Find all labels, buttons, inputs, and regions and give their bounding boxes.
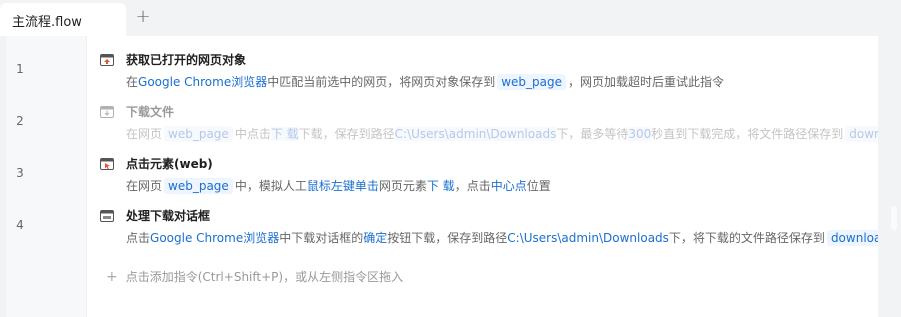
description-text: 在网页	[126, 127, 163, 141]
parameter-value: C:\Users\admin\Downloads	[394, 127, 557, 141]
description-text: 中匹配当前选中的网页，将网页对象保存到	[267, 75, 496, 89]
command-title: 获取已打开的网页对象	[126, 53, 247, 67]
click-element-icon	[100, 158, 114, 170]
line-number: 4	[16, 218, 24, 232]
command-row-get-web-page[interactable]: 获取已打开的网页对象 在Google Chrome浏览器中匹配当前选中的网页，将…	[100, 51, 878, 101]
scrollbar-thumb[interactable]	[891, 206, 897, 230]
description-text: 位置	[526, 179, 551, 193]
description-text: 按钮下载，保存到路径	[387, 231, 508, 245]
parameter-value: 下 载	[426, 179, 455, 193]
download-dialog-icon	[100, 210, 114, 222]
line-number: 1	[16, 62, 24, 76]
command-row-click-element[interactable]: 点击元素(web) 在网页 web_page 中，模拟人工鼠标左键单击网页元素下 载…	[100, 155, 878, 205]
variable-chip[interactable]: web_page	[164, 178, 233, 194]
tab-label: 主流程.flow	[12, 15, 82, 30]
parameter-value: 下 载	[270, 127, 299, 141]
parameter-value: Google Chrome浏览器	[150, 231, 280, 245]
line-gutter: 1 2 3 4	[6, 36, 86, 317]
description-text: 下，最多等待	[556, 127, 629, 141]
line-number: 3	[16, 166, 24, 180]
command-description: 在网页 web_page 中，模拟人工鼠标左键单击网页元素下 载，点击中心点位置	[126, 177, 551, 194]
description-text: 秒直到下载完成，将文件路径保存到	[651, 127, 844, 141]
add-command-hint[interactable]: + 点击添加指令(Ctrl+Shift+P)，或从左侧指令区拖入	[106, 268, 403, 285]
description-text: 点击	[126, 231, 151, 245]
command-title: 处理下载对话框	[126, 209, 211, 223]
parameter-value: 300	[628, 127, 652, 141]
parameter-value: 中心点	[490, 179, 527, 193]
variable-chip[interactable]: web_page	[497, 74, 567, 90]
variable-chip[interactable]: downlo	[845, 126, 878, 142]
description-text: 网页元素	[378, 179, 427, 193]
description-text: 下，将下载的文件路径保存到	[668, 231, 825, 245]
add-icon: +	[106, 269, 118, 285]
browser-open-icon	[100, 54, 114, 66]
command-description: 点击Google Chrome浏览器中下载对话框的确定按钮下载，保存到路径C:\…	[126, 229, 878, 246]
description-text: 中点击	[234, 127, 271, 141]
parameter-value: 鼠标左键单击	[306, 179, 379, 193]
description-text: 中下载对话框的	[279, 231, 364, 245]
gutter-divider	[86, 36, 87, 317]
add-tab-button[interactable]: +	[133, 5, 153, 29]
command-description: 在Google Chrome浏览器中匹配当前选中的网页，将网页对象保存到 web_…	[126, 73, 724, 90]
tab-bar: 主流程.flow +	[0, 0, 901, 36]
flow-editor: 1 2 3 4 获取已打开的网页对象 在Google Chrome浏览器中匹配当…	[6, 36, 878, 317]
tab-main-flow[interactable]: 主流程.flow	[0, 3, 126, 36]
command-description: 在网页 web_page 中点击下 载下载，保存到路径C:\Users\admin\…	[126, 125, 878, 142]
variable-chip[interactable]: downloa	[826, 230, 878, 246]
download-file-icon	[100, 106, 114, 118]
line-number: 2	[16, 114, 24, 128]
description-text: ，网页加载超时后重试此指令	[568, 75, 725, 89]
variable-chip[interactable]: web_page	[164, 126, 233, 142]
description-text: 下载，保存到路径	[298, 127, 395, 141]
description-text: 在网页	[126, 179, 163, 193]
command-title: 点击元素(web)	[126, 157, 213, 171]
description-text: ，点击	[454, 179, 491, 193]
parameter-value: Google Chrome浏览器	[138, 75, 268, 89]
description-text: 中，模拟人工	[234, 179, 307, 193]
command-row-download-dialog[interactable]: 处理下载对话框 点击Google Chrome浏览器中下载对话框的确定按钮下载，…	[100, 207, 878, 257]
parameter-value: 确定	[363, 231, 388, 245]
description-text: 在	[126, 75, 139, 89]
command-title: 下载文件	[126, 105, 175, 119]
command-row-download-file[interactable]: 下载文件 在网页 web_page 中点击下 载下载，保存到路径C:\Users\a…	[100, 103, 878, 153]
parameter-value: C:\Users\admin\Downloads	[507, 231, 669, 245]
add-command-text: 点击添加指令(Ctrl+Shift+P)，或从左侧指令区拖入	[125, 270, 404, 284]
